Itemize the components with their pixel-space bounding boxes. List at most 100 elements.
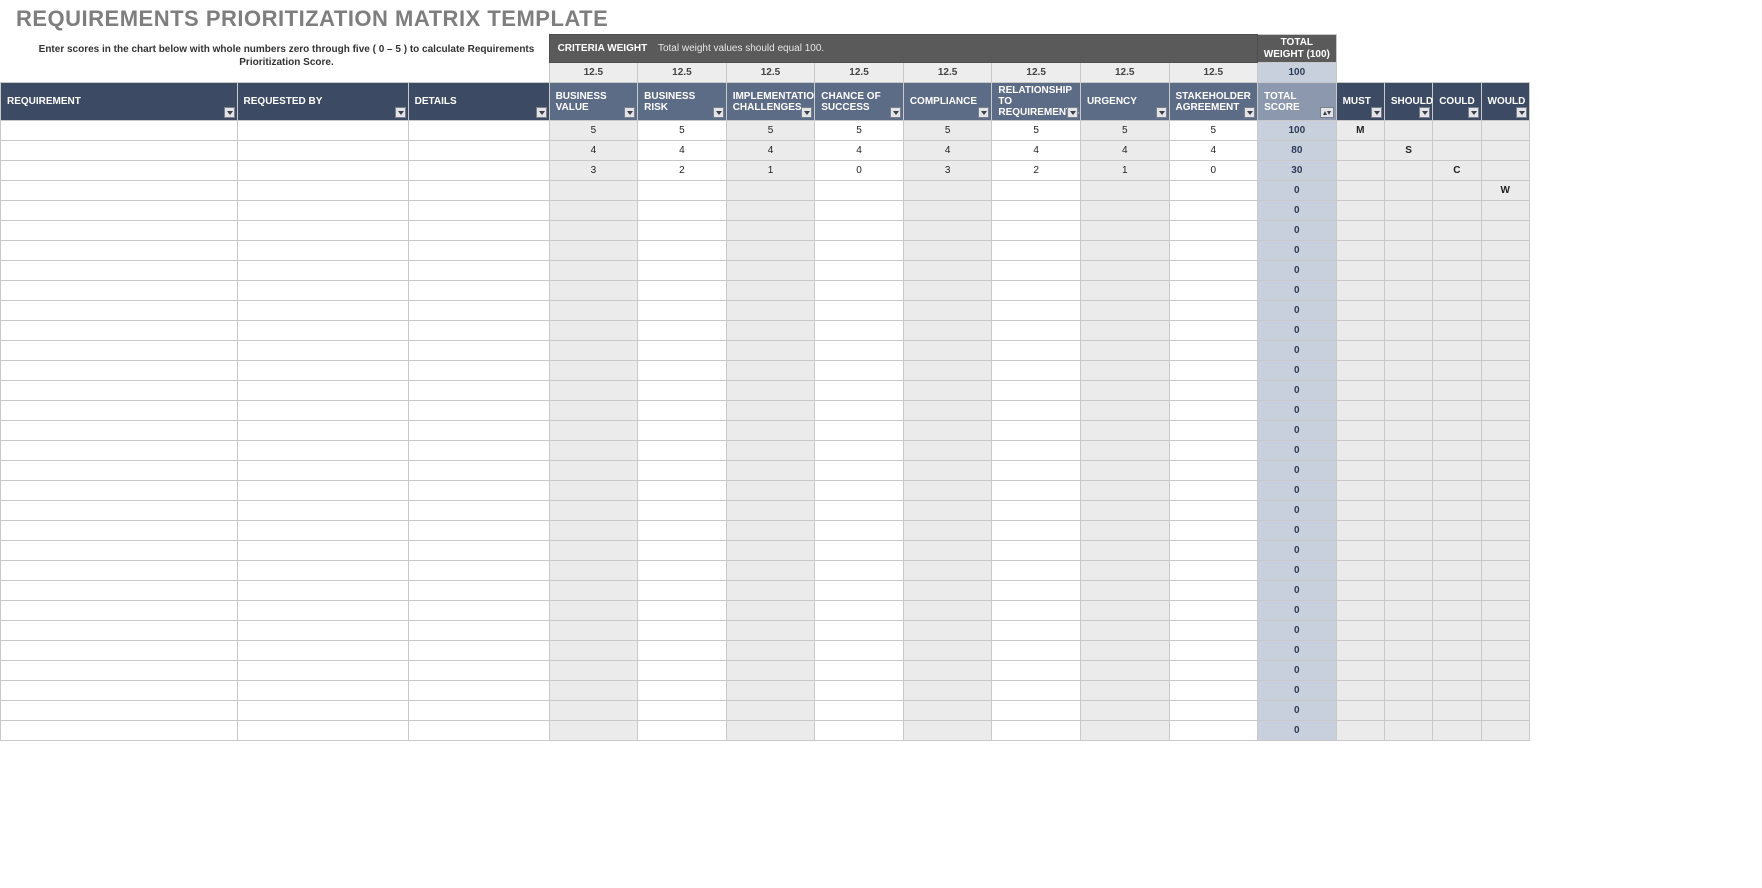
cell-score[interactable] bbox=[549, 521, 638, 541]
cell-could[interactable] bbox=[1433, 601, 1481, 621]
cell-score[interactable]: 1 bbox=[1080, 161, 1169, 181]
cell-score[interactable] bbox=[726, 641, 815, 661]
cell-score[interactable]: 5 bbox=[726, 121, 815, 141]
cell-requirement[interactable] bbox=[1, 341, 238, 361]
cell-score[interactable] bbox=[815, 581, 904, 601]
cell-score[interactable] bbox=[815, 521, 904, 541]
cell-would[interactable] bbox=[1481, 301, 1529, 321]
cell-requested-by[interactable] bbox=[237, 721, 408, 741]
cell-score[interactable]: 5 bbox=[638, 121, 727, 141]
cell-score[interactable] bbox=[903, 241, 992, 261]
cell-score[interactable] bbox=[549, 681, 638, 701]
cell-score[interactable] bbox=[1169, 521, 1258, 541]
cell-would[interactable] bbox=[1481, 701, 1529, 721]
cell-would[interactable]: W bbox=[1481, 181, 1529, 201]
cell-score[interactable] bbox=[726, 721, 815, 741]
cell-score[interactable] bbox=[1169, 661, 1258, 681]
cell-should[interactable] bbox=[1384, 261, 1432, 281]
cell-must[interactable] bbox=[1336, 221, 1384, 241]
cell-would[interactable] bbox=[1481, 461, 1529, 481]
cell-should[interactable] bbox=[1384, 641, 1432, 661]
cell-must[interactable] bbox=[1336, 661, 1384, 681]
cell-details[interactable] bbox=[408, 341, 549, 361]
cell-would[interactable] bbox=[1481, 421, 1529, 441]
cell-should[interactable] bbox=[1384, 301, 1432, 321]
cell-score[interactable] bbox=[726, 301, 815, 321]
cell-details[interactable] bbox=[408, 661, 549, 681]
cell-should[interactable] bbox=[1384, 421, 1432, 441]
cell-score[interactable]: 4 bbox=[992, 141, 1081, 161]
col-must[interactable]: MUST bbox=[1336, 83, 1384, 121]
cell-would[interactable] bbox=[1481, 521, 1529, 541]
cell-must[interactable] bbox=[1336, 441, 1384, 461]
cell-score[interactable] bbox=[992, 401, 1081, 421]
cell-score[interactable]: 1 bbox=[726, 161, 815, 181]
cell-score[interactable] bbox=[1169, 561, 1258, 581]
cell-should[interactable]: S bbox=[1384, 141, 1432, 161]
cell-score[interactable] bbox=[549, 221, 638, 241]
cell-score[interactable] bbox=[638, 181, 727, 201]
cell-score[interactable] bbox=[815, 401, 904, 421]
cell-score[interactable] bbox=[992, 581, 1081, 601]
cell-score[interactable] bbox=[1080, 641, 1169, 661]
col-details[interactable]: DETAILS bbox=[408, 83, 549, 121]
cell-score[interactable] bbox=[992, 261, 1081, 281]
cell-could[interactable] bbox=[1433, 181, 1481, 201]
cell-score[interactable] bbox=[1169, 401, 1258, 421]
cell-requested-by[interactable] bbox=[237, 121, 408, 141]
cell-score[interactable] bbox=[726, 701, 815, 721]
cell-score[interactable] bbox=[992, 281, 1081, 301]
cell-total-score[interactable]: 0 bbox=[1258, 321, 1337, 341]
cell-would[interactable] bbox=[1481, 201, 1529, 221]
cell-requested-by[interactable] bbox=[237, 621, 408, 641]
cell-could[interactable] bbox=[1433, 261, 1481, 281]
filter-icon[interactable] bbox=[1468, 107, 1479, 118]
cell-score[interactable] bbox=[992, 221, 1081, 241]
cell-total-score[interactable]: 0 bbox=[1258, 281, 1337, 301]
cell-score[interactable] bbox=[638, 421, 727, 441]
cell-requirement[interactable] bbox=[1, 281, 238, 301]
cell-score[interactable] bbox=[1169, 581, 1258, 601]
cell-total-score[interactable]: 0 bbox=[1258, 701, 1337, 721]
cell-score[interactable] bbox=[549, 561, 638, 581]
cell-score[interactable] bbox=[1080, 681, 1169, 701]
cell-score[interactable] bbox=[992, 241, 1081, 261]
cell-score[interactable] bbox=[992, 501, 1081, 521]
cell-score[interactable] bbox=[815, 381, 904, 401]
cell-score[interactable] bbox=[638, 601, 727, 621]
cell-score[interactable] bbox=[638, 521, 727, 541]
filter-icon[interactable] bbox=[224, 107, 235, 118]
cell-score[interactable] bbox=[992, 601, 1081, 621]
cell-total-score[interactable]: 0 bbox=[1258, 641, 1337, 661]
weight-cell[interactable]: 12.5 bbox=[1169, 63, 1258, 83]
cell-total-score[interactable]: 0 bbox=[1258, 181, 1337, 201]
cell-score[interactable] bbox=[1080, 361, 1169, 381]
cell-must[interactable] bbox=[1336, 341, 1384, 361]
cell-score[interactable]: 5 bbox=[992, 121, 1081, 141]
cell-score[interactable] bbox=[815, 601, 904, 621]
cell-requested-by[interactable] bbox=[237, 181, 408, 201]
cell-requested-by[interactable] bbox=[237, 661, 408, 681]
cell-details[interactable] bbox=[408, 621, 549, 641]
cell-score[interactable] bbox=[726, 381, 815, 401]
cell-could[interactable] bbox=[1433, 281, 1481, 301]
cell-details[interactable] bbox=[408, 441, 549, 461]
cell-score[interactable] bbox=[992, 301, 1081, 321]
cell-requested-by[interactable] bbox=[237, 201, 408, 221]
cell-score[interactable]: 0 bbox=[815, 161, 904, 181]
cell-score[interactable] bbox=[726, 521, 815, 541]
cell-requested-by[interactable] bbox=[237, 141, 408, 161]
cell-requested-by[interactable] bbox=[237, 461, 408, 481]
cell-could[interactable] bbox=[1433, 561, 1481, 581]
cell-would[interactable] bbox=[1481, 321, 1529, 341]
cell-would[interactable] bbox=[1481, 581, 1529, 601]
cell-requirement[interactable] bbox=[1, 181, 238, 201]
cell-should[interactable] bbox=[1384, 661, 1432, 681]
cell-score[interactable] bbox=[1080, 221, 1169, 241]
cell-score[interactable] bbox=[815, 621, 904, 641]
cell-could[interactable] bbox=[1433, 341, 1481, 361]
filter-icon[interactable] bbox=[978, 107, 989, 118]
cell-must[interactable] bbox=[1336, 581, 1384, 601]
cell-score[interactable] bbox=[638, 301, 727, 321]
cell-would[interactable] bbox=[1481, 561, 1529, 581]
